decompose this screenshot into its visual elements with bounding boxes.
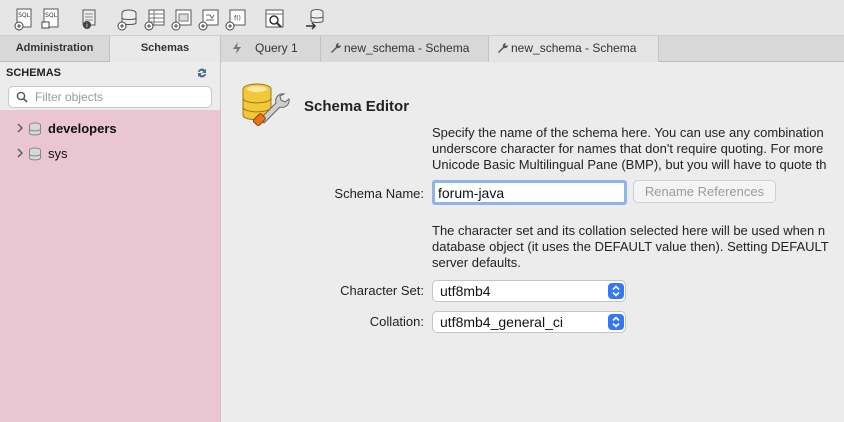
database-icon <box>29 122 41 136</box>
schema-item-sys[interactable]: sys <box>14 145 214 163</box>
open-sql-file-icon[interactable]: SQL <box>39 7 63 31</box>
editor-title: Schema Editor <box>304 98 410 115</box>
new-sql-tab-icon[interactable]: SQL <box>12 7 36 31</box>
tab-bar: Administration Schemas Query 1 new_schem… <box>0 36 844 62</box>
database-icon <box>29 147 41 161</box>
create-function-icon[interactable]: f() <box>224 7 248 31</box>
schema-name: sys <box>48 146 68 161</box>
sidebar-header: SCHEMAS <box>0 62 220 110</box>
wrench-icon <box>498 42 509 53</box>
schema-name-description-line: Specify the name of the schema here. You… <box>432 125 824 140</box>
inspector-icon[interactable]: i <box>77 7 101 31</box>
search-icon <box>16 91 28 103</box>
schema-name-input[interactable] <box>432 180 627 205</box>
filter-objects-input[interactable] <box>35 89 205 105</box>
updown-arrows-icon <box>608 283 624 299</box>
collation-select[interactable]: utf8mb4_general_ci <box>432 311 626 333</box>
sidebar-title: SCHEMAS <box>6 67 62 79</box>
chevron-right-icon[interactable] <box>16 123 24 133</box>
schema-name-label: Schema Name: <box>334 186 424 201</box>
schema-name-description-line: Unicode Basic Multilingual Pane (BMP), b… <box>432 157 827 172</box>
schema-item-developers[interactable]: developers <box>14 120 214 138</box>
schema-name: developers <box>48 121 117 136</box>
svg-text:SQL: SQL <box>45 12 58 19</box>
charset-description-line: database object (it uses the DEFAULT val… <box>432 239 829 254</box>
charset-value: utf8mb4 <box>440 283 491 299</box>
updown-arrows-icon <box>608 314 624 330</box>
create-procedure-icon[interactable] <box>197 7 221 31</box>
tab-schema-editor-2[interactable]: new_schema - Schema <box>489 36 659 62</box>
charset-select[interactable]: utf8mb4 <box>432 280 626 302</box>
tab-schema-editor-1[interactable]: new_schema - Schema <box>321 36 489 62</box>
tab-schemas[interactable]: Schemas <box>110 36 221 62</box>
svg-text:SQL: SQL <box>18 12 31 19</box>
lightning-icon <box>233 42 241 54</box>
schema-editor-panel: Schema Editor Specify the name of the sc… <box>222 62 844 422</box>
collation-label: Collation: <box>369 314 424 329</box>
filter-box <box>8 86 212 108</box>
tab-administration[interactable]: Administration <box>0 36 110 62</box>
create-schema-icon[interactable] <box>116 7 140 31</box>
charset-label: Character Set: <box>340 283 424 298</box>
main-toolbar: SQL SQL i f() <box>0 0 844 36</box>
charset-description-line: The character set and its collation sele… <box>432 223 826 238</box>
collation-value: utf8mb4_general_ci <box>440 314 563 330</box>
rename-references-button[interactable]: Rename References <box>633 180 776 203</box>
refresh-icon[interactable] <box>196 67 208 79</box>
tab-label: new_schema - Schema <box>344 41 470 55</box>
create-table-icon[interactable] <box>143 7 167 31</box>
tab-query-1[interactable]: Query 1 <box>221 36 321 62</box>
reconnect-icon[interactable] <box>303 7 327 31</box>
tab-label: new_schema - Schema <box>511 41 637 55</box>
schemas-sidebar: SCHEMAS developers sys <box>0 62 221 422</box>
svg-text:f(): f() <box>234 15 241 22</box>
wrench-icon <box>331 42 342 53</box>
search-table-data-icon[interactable] <box>263 7 287 31</box>
schema-name-description-line: underscore character for names that don'… <box>432 141 824 156</box>
charset-description-line: server defaults. <box>432 255 521 270</box>
tab-label: Query 1 <box>255 41 298 55</box>
chevron-right-icon[interactable] <box>16 148 24 158</box>
create-view-icon[interactable] <box>170 7 194 31</box>
schema-editor-icon <box>242 83 290 127</box>
